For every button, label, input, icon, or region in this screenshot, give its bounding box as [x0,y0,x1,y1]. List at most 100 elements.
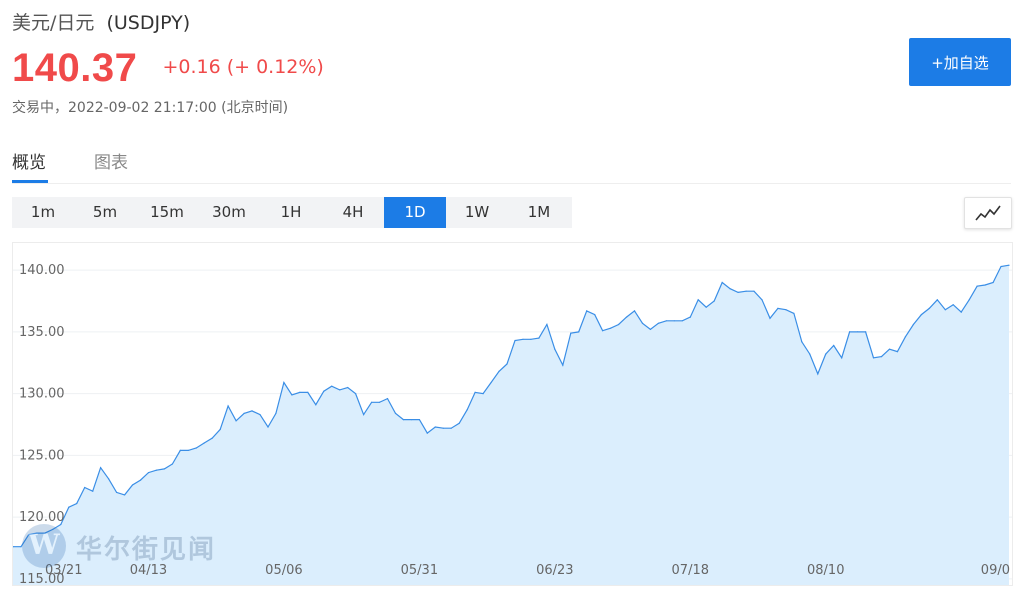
y-tick-label: 125.00 [19,448,65,463]
data-point [857,331,859,333]
data-point [355,393,357,395]
data-point [841,357,843,359]
data-point [960,311,962,313]
data-point [641,322,644,324]
data-point [458,422,460,424]
data-point [562,364,564,366]
data-point [713,300,715,302]
data-point [394,412,397,414]
y-tick-label: 120.00 [19,510,65,525]
data-point [896,351,899,353]
data-point [219,428,221,430]
data-point [299,391,301,393]
data-point [179,449,181,451]
data-point [36,532,38,534]
data-point [418,419,420,421]
tab-overview[interactable]: 概览 [12,148,46,173]
data-point [610,327,612,329]
data-point [793,312,795,314]
tab-chart[interactable]: 图表 [94,148,128,173]
interval-1d[interactable]: 1D [384,197,446,228]
x-tick-label: 09/0 [981,563,1010,578]
data-point [363,414,365,416]
data-point [872,357,875,359]
interval-30m[interactable]: 30m [198,197,260,228]
interval-5m[interactable]: 5m [74,197,136,228]
x-tick-label: 04/13 [130,563,167,578]
price-chart-panel[interactable]: 115.00 120.00 125.00 130.00 135.00 140.00 03/… [12,242,1013,586]
data-point [251,410,253,412]
data-point [434,426,436,428]
interval-1h[interactable]: 1H [260,197,322,228]
interval-1m[interactable]: 1m [12,197,74,228]
data-point [777,307,779,309]
data-point [769,317,771,319]
price-line: 140.37 +0.16 (+ 0.12%) [12,46,324,91]
data-point [745,290,747,292]
data-point [235,420,237,422]
data-point [28,533,30,535]
data-point [482,393,484,395]
data-point [673,320,675,322]
data-point [227,405,229,407]
data-point [1000,265,1002,268]
data-point [490,381,492,384]
data-point [139,479,142,481]
data-point [833,344,835,347]
data-point [729,288,731,290]
data-point [442,427,444,429]
price-change: +0.16 (+ 0.12%) [162,56,324,78]
pair-symbol: (USDJPY) [106,12,191,34]
x-tick-label: 06/23 [536,563,573,578]
data-point [984,284,986,286]
interval-1w[interactable]: 1W [446,197,508,228]
data-point [116,491,118,493]
data-point [936,299,938,301]
data-point [44,532,46,534]
interval-4h[interactable]: 4H [322,197,384,228]
y-tick-label: 135.00 [19,325,65,340]
data-point [817,373,819,375]
data-point [402,419,404,421]
data-point [498,370,500,372]
data-point [952,304,954,306]
interval-1mo[interactable]: 1M [508,197,570,228]
pair-name: 美元/日元 [12,12,95,34]
data-point [76,502,78,505]
area-layer [13,264,1010,585]
active-tab-indicator [12,180,48,183]
data-point [801,341,803,343]
pair-title: 美元/日元 (USDJPY) [12,8,190,35]
data-point [283,381,285,384]
data-point [339,389,341,391]
data-point [538,337,540,339]
chart-type-button[interactable] [964,197,1012,229]
interval-15m[interactable]: 15m [136,197,198,228]
data-point [275,412,277,414]
data-point [912,323,915,326]
data-point [315,404,317,406]
data-point [1008,264,1010,266]
data-point [84,486,86,489]
data-point [920,314,923,316]
data-point [570,332,572,334]
data-point [386,398,389,400]
data-point [753,290,755,292]
data-point [928,307,930,309]
data-point [203,442,205,444]
data-point [665,320,668,322]
add-to-watchlist-button[interactable]: +加自选 [909,38,1011,86]
data-point [347,386,349,389]
line-chart-icon [975,205,1001,221]
data-point [761,299,763,301]
data-point [108,478,110,480]
data-point [705,306,707,308]
price-chart: 115.00120.00125.00130.00135.00140.00 03/… [13,263,1012,585]
data-point [530,338,532,340]
data-point [291,394,293,396]
data-point [100,467,102,469]
data-point [586,310,588,312]
data-point [147,472,150,474]
x-tick-label: 03/21 [45,563,82,578]
x-tick-label: 08/10 [807,563,844,578]
